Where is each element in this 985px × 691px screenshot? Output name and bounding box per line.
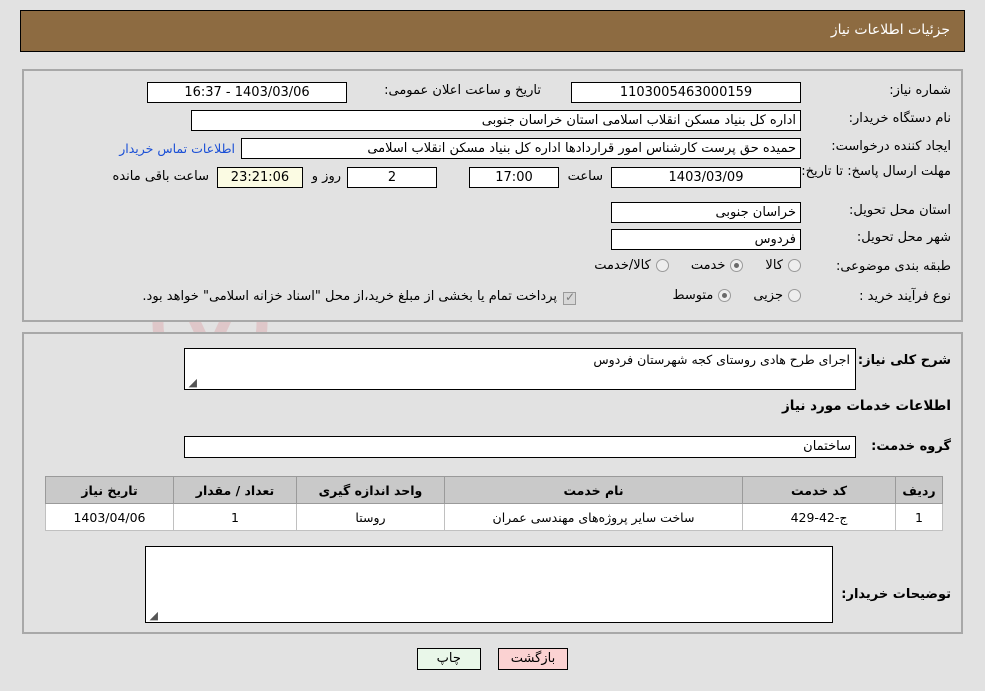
- need-number-label: شماره نیاز:: [889, 83, 951, 98]
- page-header-bar: جزئیات اطلاعات نیاز: [20, 10, 965, 52]
- buyer-contact-link[interactable]: اطلاعات تماس خریدار: [119, 141, 235, 156]
- services-table: ردیف کد خدمت نام خدمت واحد اندازه گیری ت…: [45, 476, 943, 531]
- cell-unit: روستا: [296, 503, 445, 531]
- general-description-textarea[interactable]: اجرای طرح هادی روستای کجه شهرستان فردوس …: [184, 348, 856, 390]
- cell-quantity: 1: [173, 503, 297, 531]
- deadline-date-field: 1403/03/09: [611, 167, 801, 188]
- deadline-label-row: مهلت ارسال پاسخ: تا تاریخ:: [801, 163, 951, 180]
- col-header-code: کد خدمت: [742, 476, 896, 504]
- radio-jozee[interactable]: جزیی: [753, 288, 801, 303]
- back-button[interactable]: بازگشت: [497, 648, 569, 670]
- purchase-process-row: نوع فرآیند خرید :: [859, 289, 951, 304]
- purchase-process-options: جزیی متوسط: [672, 288, 801, 303]
- buyer-org-field: اداره کل بنیاد مسکن انقلاب اسلامی استان …: [191, 110, 801, 131]
- subject-category-row: طبقه بندی موضوعی:: [836, 259, 951, 274]
- delivery-province-field: خراسان جنوبی: [611, 202, 801, 223]
- action-button-bar: بازگشت چاپ: [0, 648, 985, 670]
- radio-kala-khedmat-input[interactable]: [655, 259, 669, 272]
- services-section-title: اطلاعات خدمات مورد نیاز: [781, 398, 951, 414]
- subject-category-label: طبقه بندی موضوعی:: [835, 259, 951, 274]
- cell-name: ساخت سایر پروژه‌های مهندسی عمران: [444, 503, 743, 531]
- deadline-time-label: ساعت: [567, 169, 603, 184]
- purchase-process-label: نوع فرآیند خرید :: [859, 289, 951, 304]
- request-creator-label: ایجاد کننده درخواست:: [831, 139, 951, 154]
- deadline-label: مهلت ارسال پاسخ: تا تاریخ:: [801, 164, 951, 179]
- service-group-field: ساختمان: [184, 436, 856, 458]
- subject-category-options: کالا خدمت کالا/خدمت: [594, 258, 801, 273]
- general-description-value: اجرای طرح هادی روستای کجه شهرستان فردوس: [593, 352, 850, 367]
- cell-radif: 1: [895, 503, 943, 531]
- treasury-bonds-checkbox[interactable]: [563, 290, 576, 305]
- col-header-radif: ردیف: [895, 476, 943, 504]
- table-row: 1 ج-42-429 ساخت سایر پروژه‌های مهندسی عم…: [45, 503, 943, 531]
- buyer-org-row: نام دستگاه خریدار:: [849, 111, 951, 126]
- col-header-date: تاریخ نیاز: [45, 476, 174, 504]
- col-header-name: نام خدمت: [444, 476, 743, 504]
- buyer-comments-label: توضیحات خریدار:: [841, 587, 951, 602]
- delivery-province-row: استان محل تحویل:: [849, 203, 951, 218]
- deadline-countdown-field: 23:21:06: [217, 167, 303, 188]
- radio-kala-khedmat[interactable]: کالا/خدمت: [594, 258, 669, 273]
- need-details-panel: شرح کلی نیاز: اجرای طرح هادی روستای کجه …: [22, 332, 963, 634]
- deadline-time-field: 17:00: [469, 167, 559, 188]
- page-title: جزئیات اطلاعات نیاز: [830, 22, 950, 38]
- radio-jozee-label: جزیی: [753, 288, 783, 303]
- need-summary-panel: شماره نیاز: 1103005463000159 تاریخ و ساع…: [22, 69, 963, 322]
- col-header-quantity: تعداد / مقدار: [173, 476, 297, 504]
- deadline-days-field: 2: [347, 167, 437, 188]
- treasury-bonds-note: پرداخت تمام یا بخشی از مبلغ خرید،از محل …: [142, 289, 557, 304]
- service-group-label: گروه خدمت:: [871, 439, 951, 454]
- radio-motevaset-label: متوسط: [672, 288, 714, 303]
- resize-handle-icon[interactable]: ◢: [187, 377, 197, 388]
- public-announce-field: 1403/03/06 - 16:37: [147, 82, 347, 103]
- radio-kala-input[interactable]: [788, 259, 801, 272]
- deadline-days-label: روز و: [311, 169, 341, 184]
- radio-kala[interactable]: کالا: [765, 258, 801, 273]
- delivery-province-label: استان محل تحویل:: [849, 203, 951, 218]
- cell-date: 1403/04/06: [45, 503, 174, 531]
- delivery-city-label: شهر محل تحویل:: [856, 230, 951, 245]
- print-button[interactable]: چاپ: [416, 648, 481, 670]
- request-creator-row: ایجاد کننده درخواست:: [831, 139, 951, 154]
- public-announce-row: تاریخ و ساعت اعلان عمومی:: [384, 83, 541, 98]
- resize-handle-icon[interactable]: ◢: [148, 610, 158, 621]
- deadline-remaining-label: ساعت باقی مانده: [112, 169, 209, 184]
- cell-code: ج-42-429: [742, 503, 896, 531]
- request-creator-field: حمیده حق پرست کارشناس امور قراردادها ادا…: [241, 138, 801, 159]
- radio-khedmat-label: خدمت: [690, 258, 726, 273]
- col-header-unit: واحد اندازه گیری: [296, 476, 445, 504]
- radio-kala-khedmat-label: کالا/خدمت: [594, 258, 651, 273]
- delivery-city-row: شهر محل تحویل:: [857, 230, 951, 245]
- need-number-field: 1103005463000159: [571, 82, 801, 103]
- table-header-row: ردیف کد خدمت نام خدمت واحد اندازه گیری ت…: [45, 476, 943, 504]
- radio-khedmat[interactable]: خدمت: [691, 258, 744, 273]
- delivery-city-field: فردوس: [611, 229, 801, 250]
- radio-khedmat-input[interactable]: [730, 259, 744, 272]
- radio-jozee-input[interactable]: [788, 289, 801, 302]
- radio-kala-label: کالا: [765, 258, 783, 273]
- buyer-comments-textarea[interactable]: ◢: [145, 546, 833, 623]
- public-announce-label: تاریخ و ساعت اعلان عمومی:: [384, 83, 541, 98]
- radio-motevaset-input[interactable]: [718, 289, 732, 302]
- general-description-label: شرح کلی نیاز:: [857, 353, 951, 368]
- radio-motevaset[interactable]: متوسط: [672, 288, 732, 303]
- buyer-org-label: نام دستگاه خریدار:: [848, 111, 951, 126]
- need-number-row: شماره نیاز:: [889, 83, 951, 98]
